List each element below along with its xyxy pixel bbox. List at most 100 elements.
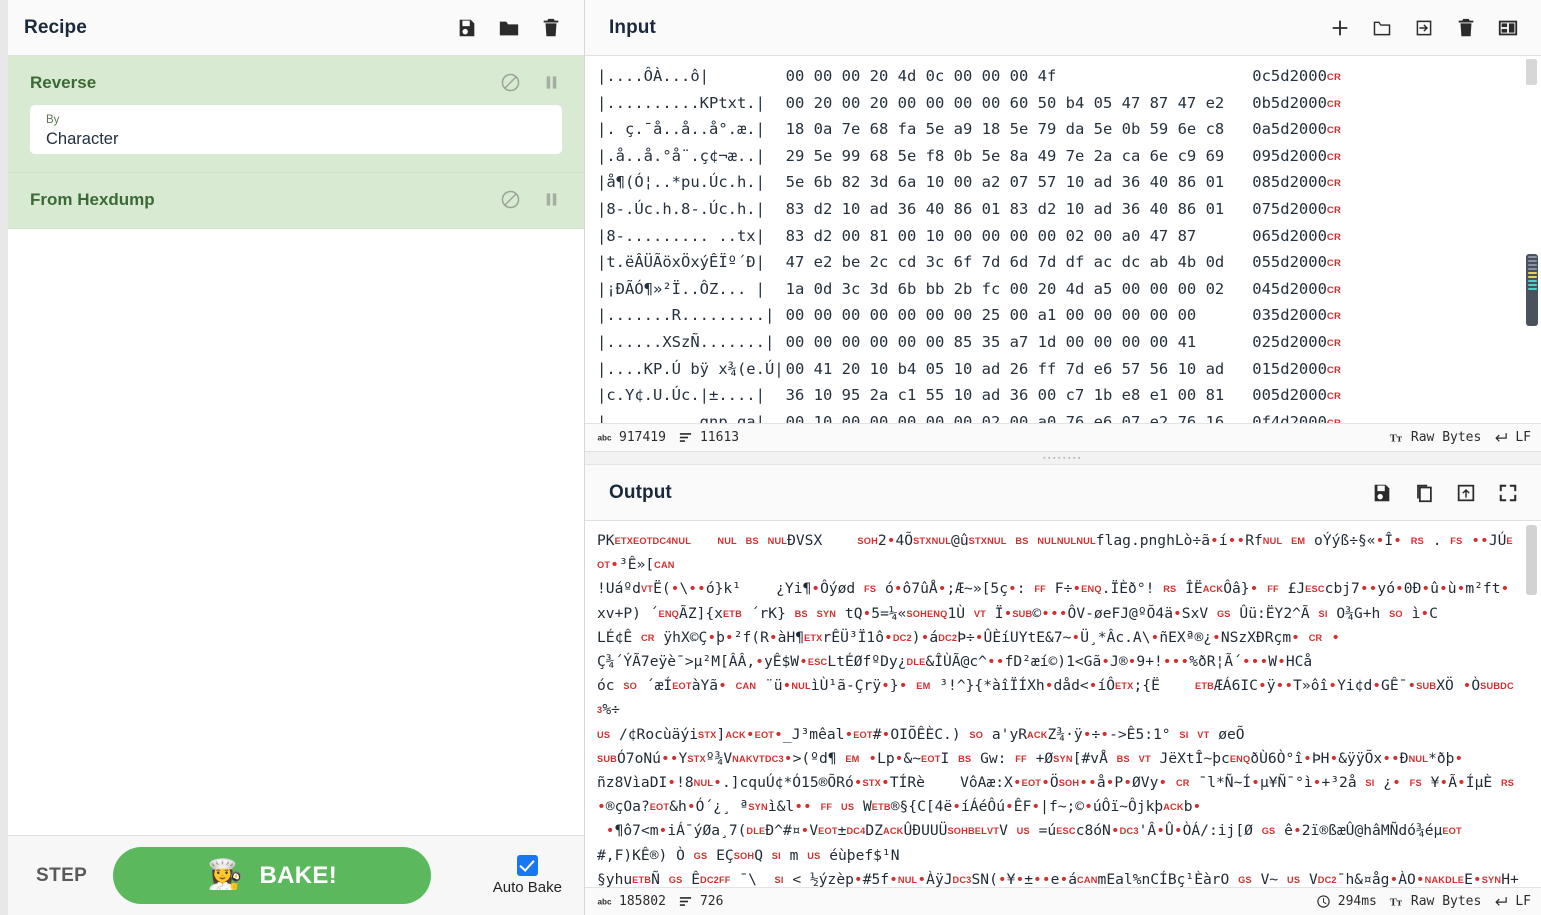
output-charenc[interactable]: Raw Bytes bbox=[1411, 894, 1481, 909]
save-output-icon[interactable] bbox=[1371, 482, 1393, 504]
lines-icon bbox=[679, 897, 692, 906]
nonprintable-dot: • bbox=[1439, 774, 1449, 792]
input-minimap-scrollbar[interactable] bbox=[1526, 254, 1538, 326]
nonprintable-dot: • bbox=[794, 798, 803, 816]
minimap-tick bbox=[1527, 260, 1537, 262]
nonprintable-dot: • bbox=[745, 725, 755, 743]
input-editor[interactable]: |....ÔÀ...ô| 00 00 00 20 4d 0c 00 00 00 … bbox=[585, 56, 1541, 423]
recipe-operation-from-hexdump[interactable]: From Hexdump bbox=[0, 173, 584, 229]
disable-operation-icon[interactable] bbox=[500, 189, 521, 210]
auto-bake-toggle[interactable]: Auto Bake bbox=[493, 855, 562, 896]
hexdump-ascii: |. ç.¯å..å..å°.æ.| bbox=[597, 120, 765, 139]
minimap-tick bbox=[1527, 276, 1537, 278]
minimap-tick bbox=[1527, 264, 1537, 266]
nonprintable-dot: • bbox=[1415, 870, 1425, 887]
control-char: SYN bbox=[1053, 753, 1073, 764]
control-char: FF bbox=[1267, 584, 1279, 595]
nonprintable-dot: • bbox=[782, 677, 792, 695]
input-charenc[interactable]: Raw Bytes bbox=[1411, 430, 1481, 445]
output-text[interactable]: PKETXEOTDC4NUL NUL BS NULÐVSX SOH2•4ÕSTX… bbox=[585, 521, 1541, 887]
nonprintable-dot: • bbox=[1241, 653, 1251, 671]
nonprintable-dot: • bbox=[1375, 532, 1385, 549]
open-folder-icon[interactable] bbox=[1371, 17, 1393, 39]
nonprintable-dot: • bbox=[893, 580, 903, 598]
control-char: ENQ bbox=[658, 608, 680, 619]
control-char: CAN bbox=[735, 681, 757, 692]
hexdump-ascii: |8-.Úc.h.8-.Úc.h.| bbox=[597, 199, 765, 218]
output-eol-group[interactable]: LF bbox=[1493, 894, 1531, 909]
output-charenc-group[interactable]: Tт Raw Bytes bbox=[1389, 894, 1482, 909]
control-char: BS bbox=[794, 608, 808, 619]
breakpoint-pause-icon[interactable] bbox=[541, 72, 562, 93]
auto-bake-checkbox[interactable] bbox=[516, 855, 538, 876]
minimap-tick bbox=[1527, 280, 1537, 282]
input-charenc-group[interactable]: Tт Raw Bytes bbox=[1389, 430, 1482, 445]
output-editor[interactable]: PKETXEOTDC4NUL NUL BS NULÐVSX SOH2•4ÕSTX… bbox=[585, 521, 1541, 887]
bake-controls: STEP 👩‍🍳 BAKE! Auto Bake bbox=[0, 835, 584, 915]
hexdump-offset: 0a5d2000 bbox=[1252, 120, 1327, 139]
output-eol[interactable]: LF bbox=[1515, 894, 1531, 909]
input-lines-group: 11613 bbox=[678, 430, 739, 445]
input-length: 917419 bbox=[619, 430, 666, 445]
recipe-operation-reverse[interactable]: Reverse By Character bbox=[0, 56, 584, 173]
control-char: ESC bbox=[807, 657, 828, 668]
control-char: DC2 bbox=[699, 874, 719, 885]
add-input-tab-icon[interactable] bbox=[1329, 17, 1351, 39]
nonprintable-dot: • bbox=[1041, 870, 1051, 887]
abc-icon: abc bbox=[598, 434, 612, 443]
nonprintable-dot: • bbox=[1192, 798, 1202, 816]
control-char: FF bbox=[718, 874, 731, 885]
nonprintable-dot: • bbox=[886, 532, 896, 549]
nonprintable-dot: • bbox=[1088, 677, 1098, 695]
nonprintable-dot: • bbox=[1462, 677, 1472, 695]
control-char: NUL bbox=[767, 536, 788, 546]
control-char: EOT bbox=[921, 753, 941, 764]
tab-layout-icon[interactable] bbox=[1497, 17, 1519, 39]
open-file-icon[interactable] bbox=[1413, 17, 1435, 39]
control-char: VT bbox=[1197, 729, 1210, 740]
save-recipe-icon[interactable] bbox=[456, 17, 478, 39]
control-char: SOH bbox=[857, 536, 878, 546]
copy-output-icon[interactable] bbox=[1413, 482, 1435, 504]
bake-button[interactable]: 👩‍🍳 BAKE! bbox=[113, 847, 432, 904]
output-line: Ç¾´ÝÃ7eÿè¯>µ²M[ÂÂ,•yÊ$W•ESCLtÉØfºDy¿DLE&… bbox=[597, 653, 1313, 671]
breakpoint-pause-icon[interactable] bbox=[541, 189, 562, 210]
input-hexdump[interactable]: |....ÔÀ...ô| 00 00 00 20 4d 0c 00 00 00 … bbox=[585, 56, 1541, 423]
maximise-output-icon[interactable] bbox=[1497, 482, 1519, 504]
control-char: CAN bbox=[654, 560, 675, 571]
argument-value[interactable]: Character bbox=[46, 128, 546, 150]
replace-input-icon[interactable] bbox=[1455, 482, 1477, 504]
nonprintable-dot: • bbox=[783, 749, 793, 767]
io-splitter[interactable]: ▪▪▪▪▪▪▪▪ bbox=[585, 452, 1541, 465]
clear-io-icon[interactable] bbox=[1455, 17, 1477, 39]
clear-recipe-icon[interactable] bbox=[540, 17, 562, 39]
font-icon: Tт bbox=[1390, 433, 1403, 444]
input-eol[interactable]: LF bbox=[1515, 430, 1531, 445]
left-gutter bbox=[0, 0, 8, 915]
argument-by[interactable]: By Character bbox=[30, 105, 562, 154]
control-char: GS bbox=[1216, 608, 1231, 619]
control-char: GS bbox=[693, 850, 708, 861]
control-char: RS bbox=[1500, 778, 1515, 789]
nonprintable-dot: • bbox=[986, 653, 996, 671]
nonprintable-dot: • bbox=[1291, 628, 1300, 646]
nonprintable-dot: • bbox=[1127, 653, 1137, 671]
input-scrollbar-top[interactable] bbox=[1526, 59, 1537, 85]
hexdump-line: |......XSzÑ.......| 00 00 00 00 00 00 85… bbox=[585, 330, 1541, 357]
input-eol-group[interactable]: LF bbox=[1493, 430, 1531, 445]
nonprintable-dot: • bbox=[1456, 774, 1466, 792]
nonprintable-dot: • bbox=[920, 628, 930, 646]
load-recipe-icon[interactable] bbox=[498, 17, 520, 39]
hexdump-line: |....ÔÀ...ô| 00 00 00 20 4d 0c 00 00 00 … bbox=[585, 64, 1541, 91]
output-scrollbar[interactable] bbox=[1526, 525, 1537, 595]
control-char: ACK bbox=[725, 729, 746, 740]
control-char: SYN bbox=[1481, 874, 1502, 885]
step-button[interactable]: STEP bbox=[36, 865, 87, 887]
hexdump-bytes: 00 00 00 00 00 00 00 25 00 a1 00 00 00 0… bbox=[767, 306, 1253, 325]
control-char: NUL bbox=[1076, 536, 1096, 546]
recipe-operation-list[interactable]: Reverse By Character From Hexdump bbox=[0, 56, 584, 835]
control-char: ACK bbox=[1027, 729, 1048, 740]
disable-operation-icon[interactable] bbox=[500, 72, 521, 93]
hexdump-line: |..........KPtxt.| 00 20 00 20 00 00 00 … bbox=[585, 91, 1541, 118]
nonprintable-dot: • bbox=[1500, 580, 1510, 598]
